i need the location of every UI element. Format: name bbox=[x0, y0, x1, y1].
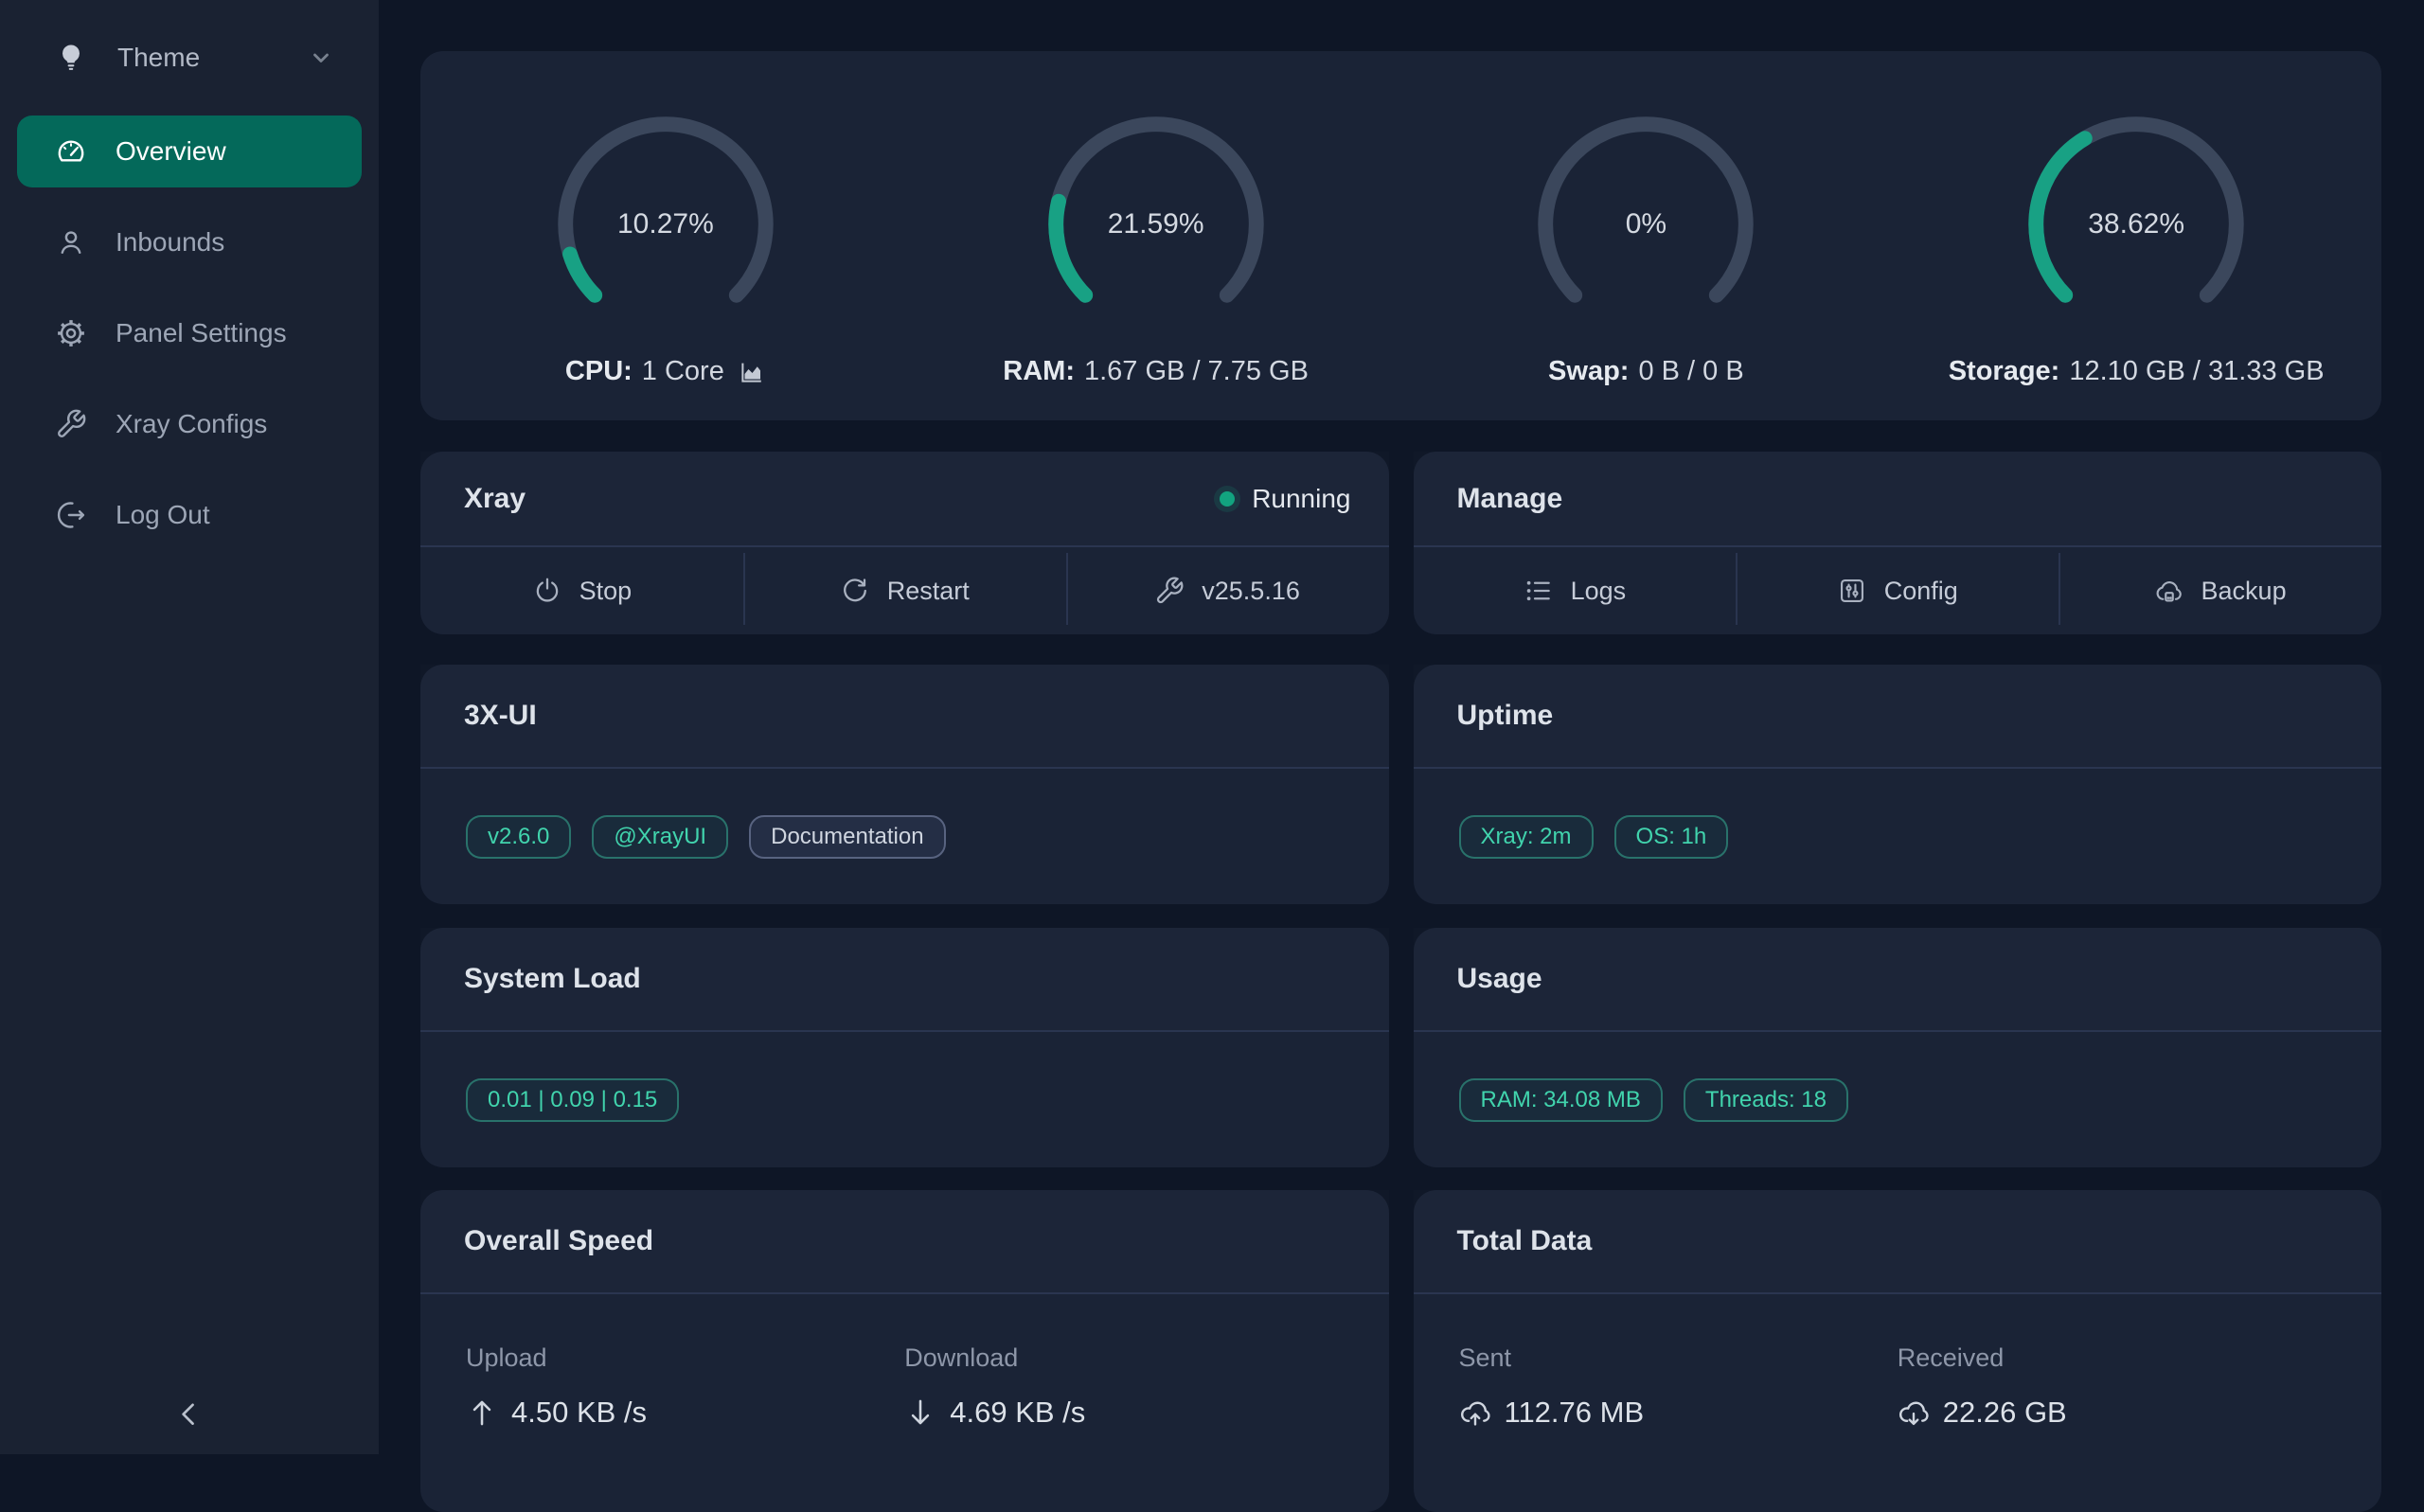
cpu-percent: 10.27% bbox=[547, 106, 784, 343]
received-label: Received bbox=[1898, 1343, 2336, 1373]
gauge-cpu: 10.27% CPU: 1 Core bbox=[420, 51, 911, 420]
xrayui-link-tag[interactable]: @XrayUI bbox=[592, 815, 728, 859]
power-icon bbox=[532, 576, 562, 606]
load-average-tag: 0.01 | 0.09 | 0.15 bbox=[466, 1078, 679, 1122]
download-stat: Download 4.69 KB /s bbox=[904, 1343, 1343, 1430]
received-value: 22.26 GB bbox=[1943, 1396, 2067, 1430]
documentation-link-tag[interactable]: Documentation bbox=[749, 815, 945, 859]
chevron-down-icon bbox=[309, 45, 333, 70]
usage-card-title: Usage bbox=[1457, 963, 1542, 995]
swap-percent: 0% bbox=[1527, 106, 1764, 343]
usage-card: Usage RAM: 34.08 MB Threads: 18 bbox=[1414, 928, 2382, 1167]
area-chart-icon[interactable] bbox=[738, 358, 766, 386]
sent-value: 112.76 MB bbox=[1505, 1396, 1645, 1430]
system-load-card-title: System Load bbox=[464, 963, 641, 995]
theme-label: Theme bbox=[117, 43, 200, 73]
manage-card-title: Manage bbox=[1457, 483, 1563, 515]
manage-config-button[interactable]: Config bbox=[1736, 547, 2059, 634]
os-uptime-tag: OS: 1h bbox=[1614, 815, 1729, 859]
sidebar-item-label: Log Out bbox=[116, 500, 210, 530]
gear-icon bbox=[55, 317, 87, 349]
manage-logs-button[interactable]: Logs bbox=[1414, 547, 1737, 634]
overall-speed-card: Overall Speed Upload 4.50 KB /s bbox=[420, 1190, 1389, 1512]
sidebar-item-label: Overview bbox=[116, 136, 226, 167]
uptime-card-title: Uptime bbox=[1457, 700, 1554, 732]
received-stat: Received 22.26 GB bbox=[1898, 1343, 2336, 1430]
version-tag[interactable]: v2.6.0 bbox=[466, 815, 571, 859]
overall-speed-card-title: Overall Speed bbox=[464, 1225, 653, 1257]
system-load-card: System Load 0.01 | 0.09 | 0.15 bbox=[420, 928, 1389, 1167]
xray-card: Xray Running Stop bbox=[420, 452, 1389, 634]
cloud-server-icon bbox=[2154, 576, 2184, 606]
manage-backup-button[interactable]: Backup bbox=[2059, 547, 2381, 634]
total-data-card: Total Data Sent 112.76 MB bbox=[1414, 1190, 2382, 1512]
download-label: Download bbox=[904, 1343, 1343, 1373]
arrow-down-icon bbox=[904, 1396, 936, 1429]
xray-status-badge: Running bbox=[1220, 484, 1350, 514]
cloud-upload-icon bbox=[1459, 1396, 1491, 1429]
ram-usage-tag: RAM: 34.08 MB bbox=[1459, 1078, 1663, 1122]
sidebar-item-label: Xray Configs bbox=[116, 409, 267, 439]
bulb-icon bbox=[55, 42, 87, 74]
xray-stop-button[interactable]: Stop bbox=[420, 547, 743, 634]
sent-stat: Sent 112.76 MB bbox=[1459, 1343, 1898, 1430]
gauge-storage: 38.62% Storage: 12.10 GB / 31.33 GB bbox=[1891, 51, 2381, 420]
ram-percent: 21.59% bbox=[1038, 106, 1274, 343]
logout-icon bbox=[55, 499, 87, 531]
threexui-card: 3X-UI v2.6.0 @XrayUI Documentation bbox=[420, 665, 1389, 904]
sidebar-item-panel-settings[interactable]: Panel Settings bbox=[17, 297, 362, 369]
ram-label: RAM: 1.67 GB / 7.75 GB bbox=[1003, 356, 1309, 387]
xray-uptime-tag: Xray: 2m bbox=[1459, 815, 1594, 859]
main-content: 10.27% CPU: 1 Core 21.59% RAM: bbox=[379, 0, 2424, 1512]
total-data-card-title: Total Data bbox=[1457, 1225, 1593, 1257]
sidebar-menu: Overview Inbounds bbox=[0, 116, 379, 551]
uptime-card: Uptime Xray: 2m OS: 1h bbox=[1414, 665, 2382, 904]
chevron-left-icon bbox=[173, 1397, 205, 1430]
xray-restart-button[interactable]: Restart bbox=[743, 547, 1066, 634]
sidebar-item-inbounds[interactable]: Inbounds bbox=[17, 206, 362, 278]
xray-version-button[interactable]: v25.5.16 bbox=[1066, 547, 1389, 634]
sidebar-item-label: Panel Settings bbox=[116, 318, 287, 348]
manage-card: Manage Logs bbox=[1414, 452, 2382, 634]
sidebar-collapse-button[interactable] bbox=[0, 1397, 379, 1430]
list-icon bbox=[1524, 576, 1554, 606]
upload-stat: Upload 4.50 KB /s bbox=[466, 1343, 904, 1430]
restart-icon bbox=[840, 576, 870, 606]
sidebar-item-xray-configs[interactable]: Xray Configs bbox=[17, 388, 362, 460]
storage-label: Storage: 12.10 GB / 31.33 GB bbox=[1949, 356, 2325, 387]
xray-card-title: Xray bbox=[464, 483, 526, 515]
gauge-ram: 21.59% RAM: 1.67 GB / 7.75 GB bbox=[911, 51, 1401, 420]
xray-status-text: Running bbox=[1252, 484, 1350, 514]
person-icon bbox=[55, 226, 87, 258]
sidebar-item-overview[interactable]: Overview bbox=[17, 116, 362, 187]
system-gauges-card: 10.27% CPU: 1 Core 21.59% RAM: bbox=[420, 51, 2381, 420]
threads-tag: Threads: 18 bbox=[1684, 1078, 1848, 1122]
storage-percent: 38.62% bbox=[2018, 106, 2255, 343]
sidebar: Theme Overview Inbounds bbox=[0, 0, 379, 1454]
gauge-swap: 0% Swap: 0 B / 0 B bbox=[1401, 51, 1892, 420]
upload-label: Upload bbox=[466, 1343, 904, 1373]
threexui-card-title: 3X-UI bbox=[464, 700, 537, 732]
wrench-icon bbox=[55, 408, 87, 440]
cloud-download-icon bbox=[1898, 1396, 1930, 1429]
arrow-up-icon bbox=[466, 1396, 498, 1429]
cpu-label: CPU: 1 Core bbox=[565, 356, 766, 387]
sent-label: Sent bbox=[1459, 1343, 1898, 1373]
sidebar-item-label: Inbounds bbox=[116, 227, 224, 258]
upload-value: 4.50 KB /s bbox=[511, 1396, 647, 1430]
wrench-small-icon bbox=[1154, 576, 1185, 606]
control-sliders-icon bbox=[1837, 576, 1867, 606]
gauge-icon bbox=[55, 135, 87, 168]
running-dot bbox=[1220, 491, 1235, 507]
download-value: 4.69 KB /s bbox=[950, 1396, 1085, 1430]
theme-toggle[interactable]: Theme bbox=[0, 0, 379, 116]
sidebar-item-log-out[interactable]: Log Out bbox=[17, 479, 362, 551]
swap-label: Swap: 0 B / 0 B bbox=[1548, 356, 1744, 387]
